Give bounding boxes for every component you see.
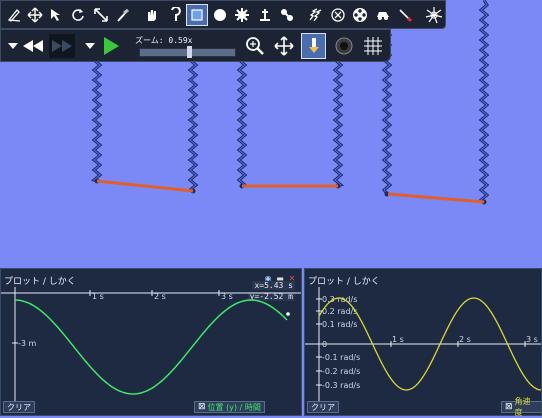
legend-label: 角速度 bbox=[514, 397, 531, 417]
lightsaber-icon[interactable] bbox=[394, 4, 416, 26]
x-tick-label: 2 s bbox=[154, 292, 166, 301]
clear-button[interactable]: クリア bbox=[307, 401, 339, 413]
x-tick-label: 3 s bbox=[526, 335, 538, 344]
clear-button[interactable]: クリア bbox=[3, 401, 35, 413]
zoom-icon[interactable] bbox=[243, 34, 267, 58]
legend-position[interactable]: ⊠ 位置 (y) / 時間 bbox=[194, 401, 265, 413]
y-tick-label: 0 bbox=[322, 340, 327, 349]
y-tick-label: -0.1 rad/s bbox=[322, 353, 360, 362]
air-resistance-icon[interactable] bbox=[331, 34, 357, 58]
hook-icon[interactable] bbox=[164, 4, 186, 26]
gravity-icon[interactable] bbox=[301, 33, 326, 59]
circle-icon[interactable] bbox=[209, 4, 231, 26]
play-button[interactable] bbox=[98, 34, 124, 58]
plot-title: プロット / しかく bbox=[308, 277, 380, 287]
x-circle-icon[interactable] bbox=[327, 4, 349, 26]
x-tick-label: 1 s bbox=[92, 292, 104, 301]
grid-icon[interactable] bbox=[361, 34, 385, 58]
swing-seat-left[interactable] bbox=[96, 179, 194, 193]
legend-angular-velocity[interactable]: ⊠ 角速度 bbox=[501, 397, 541, 417]
y-tick-label: 0.1 rad/s bbox=[322, 320, 357, 329]
x-box-icon: ⊠ bbox=[198, 402, 206, 412]
gear-icon[interactable] bbox=[231, 4, 253, 26]
hand-icon[interactable] bbox=[141, 4, 163, 26]
y-tick-label: -3 m bbox=[18, 339, 37, 348]
y-tick-label: -0.2 rad/s bbox=[322, 367, 360, 376]
rewind-button[interactable] bbox=[20, 34, 46, 58]
playback-bar: ズーム: 0.59x bbox=[0, 29, 391, 62]
pen-icon[interactable] bbox=[3, 4, 25, 26]
y-tick-label: 0.3 rad/s bbox=[322, 295, 357, 304]
chain-icon[interactable] bbox=[276, 4, 298, 26]
spring-icon[interactable] bbox=[305, 4, 327, 26]
zoom-label: ズーム: 0.59x bbox=[135, 36, 193, 45]
knife-icon[interactable] bbox=[112, 4, 134, 26]
cursor-point bbox=[286, 312, 290, 316]
y-tick-label: -0.3 rad/s bbox=[322, 381, 360, 390]
box-icon[interactable] bbox=[186, 4, 208, 26]
x-tick-label: 3 s bbox=[221, 292, 233, 301]
x-tick-label: 1 s bbox=[392, 335, 404, 344]
zoom-slider-thumb[interactable] bbox=[187, 46, 192, 58]
pan-icon[interactable] bbox=[272, 34, 296, 58]
film-reel-icon[interactable] bbox=[349, 4, 371, 26]
rotate-icon[interactable] bbox=[67, 4, 89, 26]
x-tick-label: 2 s bbox=[459, 335, 471, 344]
anchor-icon[interactable] bbox=[254, 4, 276, 26]
angular-velocity-plot[interactable]: 0.3 rad/s 0.2 rad/s 0.1 rad/s 0 -0.1 rad/s -0… bbox=[305, 287, 541, 401]
y-tick-label: 0.2 rad/s bbox=[322, 307, 357, 316]
legend-label: 位置 (y) / 時間 bbox=[207, 402, 261, 412]
fast-forward-button[interactable] bbox=[49, 34, 75, 58]
tool-palette bbox=[0, 0, 446, 29]
position-plot[interactable]: 1 s 2 s 3 s -3 m bbox=[1, 287, 301, 401]
plot-title: プロット / しかく bbox=[4, 277, 76, 287]
plot-panel-position[interactable]: プロット / しかく ◉ ▬ ✕ x=5.43 s y=-2.52 m 1 s2… bbox=[0, 268, 302, 416]
spiral-icon[interactable] bbox=[423, 4, 445, 26]
plot-panel-angular-velocity[interactable]: プロット / しかく 0.3 rad/s 0.2 rad/s 0.1 rad/s 0 -… bbox=[304, 268, 542, 417]
car-icon[interactable] bbox=[372, 4, 394, 26]
move-icon[interactable] bbox=[24, 4, 46, 26]
zoom-slider[interactable] bbox=[139, 46, 236, 58]
scale-icon[interactable] bbox=[90, 4, 112, 26]
pointer-icon[interactable] bbox=[45, 4, 67, 26]
x-box-icon: ⊠ bbox=[505, 402, 513, 412]
swing-seat-right[interactable] bbox=[387, 192, 485, 204]
position-curve bbox=[14, 299, 288, 395]
